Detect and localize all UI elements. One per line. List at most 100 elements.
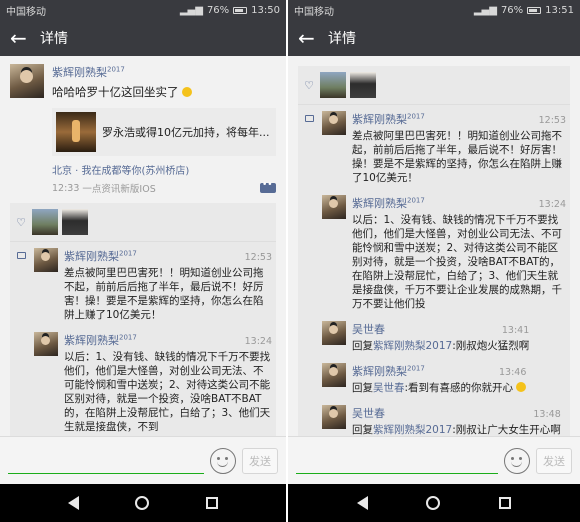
title-bar: ← 详情	[0, 20, 286, 56]
post-meta: 12:33 一点资讯新版IOS	[52, 180, 276, 195]
avatar[interactable]	[322, 111, 346, 135]
commenter-name[interactable]: 吴世春	[352, 321, 385, 337]
commenter-name[interactable]: 紫辉刚熟梨2017	[64, 248, 137, 264]
back-arrow-icon[interactable]: ←	[10, 28, 40, 48]
reply-target[interactable]: 紫辉刚熟梨2017	[373, 424, 452, 436]
liker-avatar[interactable]	[350, 72, 376, 98]
comment-item[interactable]: 紫辉刚熟梨2017 13:24 以后：1、没有钱、缺钱的情况下千万不要找他们，他们是…	[298, 189, 570, 315]
comment-time: 13:46	[499, 367, 527, 378]
comment-text: 回复紫辉刚熟梨2017:刚叔炮火猛烈啊	[352, 340, 530, 352]
battery-icon	[527, 6, 542, 14]
avatar[interactable]	[34, 332, 58, 356]
avatar[interactable]	[34, 248, 58, 272]
nav-recents-icon[interactable]	[498, 497, 511, 509]
comment-bubble-icon	[304, 115, 314, 122]
system-nav-bar	[288, 484, 580, 522]
likes-row: ♡	[10, 203, 276, 242]
commenter-name[interactable]: 紫辉刚熟梨2017	[352, 363, 425, 379]
post-text: 哈哈哈罗十亿这回坐实了	[52, 84, 276, 100]
post-author[interactable]: 紫辉刚熟梨2017	[52, 64, 276, 80]
comment-text: 以后：1、没有钱、缺钱的情况下千万不要找他们，他们是大怪兽，对创业公司无法、不可…	[64, 351, 271, 433]
comment-item[interactable]: 紫辉刚熟梨2017 13:46 回复吴世春:看到有喜感的你就开心	[298, 357, 570, 399]
back-arrow-icon[interactable]: ←	[298, 28, 328, 48]
comment-time: 13:24	[244, 336, 272, 347]
comment-time: 13:24	[538, 199, 566, 210]
comment-text: 回复紫辉刚熟梨2017:刚叔让广大女生开心啊	[352, 424, 561, 436]
comment-text: 差点被阿里巴巴害死！！明知道创业公司拖不起，前前后后拖了半年，最后说不！好厉害！…	[64, 267, 264, 321]
more-actions-icon[interactable]	[260, 180, 276, 193]
likes-comments-panel: ♡ 紫辉刚熟梨2017 12:53 差点被阿里巴巴害死！！明知道创业公司拖不起，…	[10, 203, 276, 436]
reply-word: 回复	[352, 340, 373, 352]
liker-avatar[interactable]	[62, 209, 88, 235]
comment-text: 以后：1、没有钱、缺钱的情况下千万不要找他们，他们是大怪兽，对创业公司无法、不可…	[352, 214, 562, 310]
commenter-name[interactable]: 吴世春	[352, 405, 385, 421]
post-source: 一点资讯新版IOS	[82, 184, 156, 195]
link-thumbnail	[56, 112, 96, 152]
link-title: 罗永浩或得10亿元加持，将每年...	[102, 126, 270, 139]
comment-time: 12:53	[538, 115, 566, 126]
nav-home-icon[interactable]	[426, 496, 441, 510]
smile-emoji-icon	[182, 87, 193, 97]
battery-icon	[233, 6, 248, 14]
avatar[interactable]	[322, 195, 346, 219]
clock-time: 13:50	[251, 4, 280, 16]
comment-item[interactable]: 紫辉刚熟梨2017 12:53 差点被阿里巴巴害死！！明知道创业公司拖不起，前前…	[10, 242, 276, 326]
comment-item[interactable]: 吴世春 13:41 回复紫辉刚熟梨2017:刚叔炮火猛烈啊	[298, 315, 570, 357]
send-button[interactable]: 发送	[536, 447, 572, 474]
avatar[interactable]	[322, 321, 346, 345]
emoji-icon[interactable]	[210, 447, 236, 474]
battery-percent: 76%	[500, 4, 524, 16]
avatar[interactable]	[322, 405, 346, 429]
heart-icon: ♡	[304, 78, 314, 92]
battery-percent: 76%	[206, 4, 230, 16]
clock-time: 13:51	[545, 4, 574, 16]
right-phone-screen: 中国移动 ▂▄▆ 76% 13:51 ← 详情 ♡ 紫辉刚熟梨2017 12:53…	[288, 0, 580, 522]
nav-back-icon[interactable]	[68, 496, 80, 510]
comment-text: 回复吴世春:看到有喜感的你就开心	[352, 381, 527, 395]
commenter-name[interactable]: 紫辉刚熟梨2017	[64, 332, 137, 348]
nav-back-icon[interactable]	[357, 496, 369, 510]
status-bar: 中国移动 ▂▄▆ 76% 13:50	[0, 0, 286, 20]
likes-row: ♡	[298, 66, 570, 105]
comment-item[interactable]: 吴世春 13:48 回复紫辉刚熟梨2017:刚叔让广大女生开心啊	[298, 399, 570, 436]
link-card[interactable]: 罗永浩或得10亿元加持，将每年...	[52, 108, 276, 156]
send-button[interactable]: 发送	[242, 447, 278, 474]
detail-content[interactable]: ♡ 紫辉刚熟梨2017 12:53 差点被阿里巴巴害死！！明知道创业公司拖不起，前前…	[288, 56, 580, 436]
smile-emoji-icon	[516, 382, 527, 392]
moment-post: 紫辉刚熟梨2017 哈哈哈罗十亿这回坐实了 罗永浩或得10亿元加持，将每年...…	[0, 56, 286, 203]
comment-list: 紫辉刚熟梨2017 12:53 差点被阿里巴巴害死！！明知道创业公司拖不起，前前后后…	[298, 105, 570, 436]
heart-icon: ♡	[16, 215, 26, 229]
reply-target[interactable]: 紫辉刚熟梨2017	[373, 340, 452, 352]
comment-text: 差点被阿里巴巴害死！！明知道创业公司拖不起，前前后后拖了半年，最后说不！好厉害！…	[352, 130, 562, 184]
avatar[interactable]	[322, 363, 346, 387]
nav-home-icon[interactable]	[135, 496, 150, 510]
comment-input-bar: 发送	[0, 436, 286, 484]
system-nav-bar	[0, 484, 286, 522]
avatar[interactable]	[10, 64, 44, 98]
emoji-icon[interactable]	[504, 447, 530, 474]
post-time: 12:33	[52, 182, 80, 194]
liker-avatar[interactable]	[320, 72, 346, 98]
nav-recents-icon[interactable]	[205, 497, 218, 509]
comment-time: 13:41	[501, 325, 530, 336]
signal-icon: ▂▄▆	[473, 4, 497, 16]
commenter-name[interactable]: 紫辉刚熟梨2017	[352, 111, 425, 127]
reply-target[interactable]: 吴世春	[373, 382, 405, 394]
carrier-label: 中国移动	[6, 6, 46, 18]
reply-word: 回复	[352, 424, 373, 436]
liker-avatar[interactable]	[32, 209, 58, 235]
reply-word: 回复	[352, 382, 373, 394]
comment-input[interactable]	[296, 448, 498, 474]
comment-time: 12:53	[244, 252, 272, 263]
commenter-name[interactable]: 紫辉刚熟梨2017	[352, 195, 425, 211]
detail-content[interactable]: 紫辉刚熟梨2017 哈哈哈罗十亿这回坐实了 罗永浩或得10亿元加持，将每年...…	[0, 56, 286, 436]
status-bar: 中国移动 ▂▄▆ 76% 13:51	[288, 0, 580, 20]
comment-input[interactable]	[8, 448, 204, 474]
post-location[interactable]: 北京 · 我在成都等你(苏州桥店)	[52, 162, 276, 177]
title-bar: ← 详情	[288, 20, 580, 56]
page-title: 详情	[328, 31, 356, 47]
comment-item[interactable]: 紫辉刚熟梨2017 12:53 差点被阿里巴巴害死！！明知道创业公司拖不起，前前后后…	[298, 105, 570, 189]
comment-item[interactable]: 紫辉刚熟梨2017 13:24 以后：1、没有钱、缺钱的情况下千万不要找他们，他…	[10, 326, 276, 436]
comment-bubble-icon	[16, 252, 26, 259]
signal-icon: ▂▄▆	[179, 4, 203, 16]
